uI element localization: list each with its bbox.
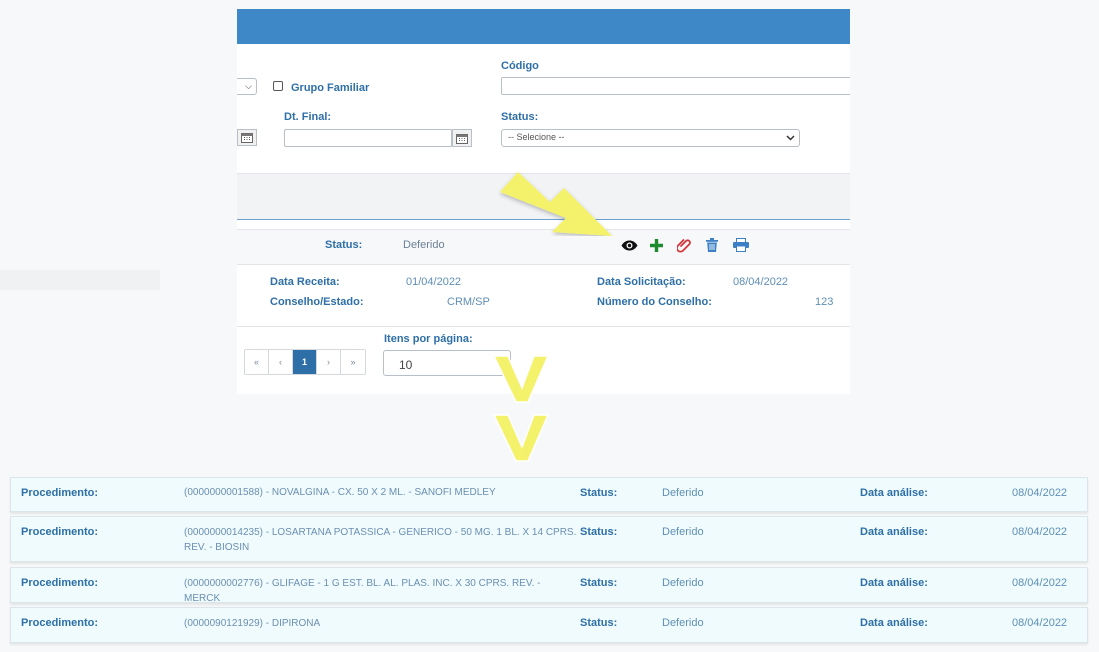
procedure-status-value: Deferido [662, 526, 704, 538]
grupo-familiar-checkbox[interactable] [273, 81, 283, 91]
procedure-status-value: Deferido [662, 487, 704, 499]
procedure-value: (0000000014235) - LOSARTANA POTASSICA - … [184, 527, 577, 553]
conselho-estado-value: CRM/SP [447, 296, 490, 308]
procedure-status-value: Deferido [662, 617, 704, 629]
data-analise-label: Data análise: [860, 487, 928, 499]
panel-header-bar [237, 9, 850, 44]
status-select-value: -- Selecione -- [508, 132, 565, 142]
record-status-value: Deferido [403, 239, 445, 251]
eye-icon[interactable] [619, 237, 639, 253]
chevron-down-icon: ⌵ [245, 81, 252, 91]
procedure-label: Procedimento: [21, 526, 99, 538]
pagination: « ‹ 1 › » [244, 349, 366, 375]
data-solicitacao-value: 08/04/2022 [733, 276, 789, 288]
calendar-icon [456, 133, 468, 144]
down-chevron-callout-icon [492, 414, 550, 462]
numero-conselho-label: Número do Conselho: [597, 296, 712, 308]
data-analise-label: Data análise: [860, 617, 928, 629]
last-page-button[interactable]: » [341, 350, 365, 374]
conselho-estado-label: Conselho/Estado: [270, 296, 364, 308]
data-analise-value: 08/04/2022 [1012, 526, 1068, 538]
data-analise-value: 08/04/2022 [1012, 577, 1068, 589]
procedure-row: Procedimento: (0000000001588) - NOVALGIN… [10, 477, 1088, 512]
numero-conselho-value: 123 [815, 296, 834, 308]
status-filter-label: Status: [501, 111, 539, 123]
procedure-status-label: Status: [580, 617, 618, 629]
print-icon[interactable] [731, 236, 751, 254]
prev-page-button[interactable]: ‹ [269, 350, 293, 374]
data-analise-label: Data análise: [860, 577, 928, 589]
calendar-button-start[interactable] [237, 129, 257, 146]
partial-select[interactable]: ⌵ [237, 78, 257, 95]
search-panel: ⌵ Grupo Familiar Código Dt. Final: Statu… [237, 9, 850, 394]
procedure-status-value: Deferido [662, 577, 704, 589]
calendar-icon [241, 133, 253, 143]
dt-final-input[interactable] [284, 129, 452, 147]
section-divider [237, 326, 850, 327]
blurred-background-left [0, 270, 160, 290]
data-receita-label: Data Receita: [270, 276, 340, 288]
procedure-row: Procedimento: (0000000014235) - LOSARTAN… [10, 516, 1088, 562]
items-per-page-label: Itens por página: [384, 333, 473, 345]
procedure-label: Procedimento: [21, 577, 99, 589]
plus-icon[interactable] [647, 236, 665, 254]
procedure-value: (0000090121929) - DIPIRONA [184, 618, 321, 629]
items-per-page-input[interactable]: 10 [383, 350, 511, 376]
procedure-label: Procedimento: [21, 487, 99, 499]
procedure-status-label: Status: [580, 487, 618, 499]
first-page-button[interactable]: « [245, 350, 269, 374]
data-analise-value: 08/04/2022 [1012, 487, 1068, 499]
procedure-label: Procedimento: [21, 617, 99, 629]
next-page-button[interactable]: › [317, 350, 341, 374]
data-receita-value: 01/04/2022 [406, 276, 462, 288]
codigo-label: Código [501, 60, 539, 72]
data-analise-value: 08/04/2022 [1012, 617, 1068, 629]
current-page-button[interactable]: 1 [293, 350, 317, 374]
results-toolbar-band [237, 173, 850, 220]
procedure-status-label: Status: [580, 526, 618, 538]
chevron-down-icon [786, 135, 795, 141]
grupo-familiar-label: Grupo Familiar [291, 82, 370, 94]
procedure-value: (0000000001588) - NOVALGINA - CX. 50 X 2… [184, 487, 496, 498]
dt-final-label: Dt. Final: [284, 111, 332, 123]
procedure-value: (0000000002776) - GLIFAGE - 1 G EST. BL.… [184, 578, 541, 604]
procedure-status-label: Status: [580, 577, 618, 589]
calendar-button-end[interactable] [452, 129, 472, 147]
data-solicitacao-label: Data Solicitação: [597, 276, 686, 288]
data-analise-label: Data análise: [860, 526, 928, 538]
trash-icon[interactable] [703, 236, 721, 254]
procedure-row: Procedimento: (0000090121929) - DIPIRONA… [10, 607, 1088, 643]
record-status-label: Status: [325, 239, 363, 251]
procedure-row: Procedimento: (0000000002776) - GLIFAGE … [10, 567, 1088, 604]
record-status-row: Status: Deferido [237, 229, 850, 265]
paperclip-icon[interactable] [675, 236, 693, 254]
codigo-input[interactable] [501, 77, 850, 95]
status-select[interactable]: -- Selecione -- [501, 129, 800, 147]
